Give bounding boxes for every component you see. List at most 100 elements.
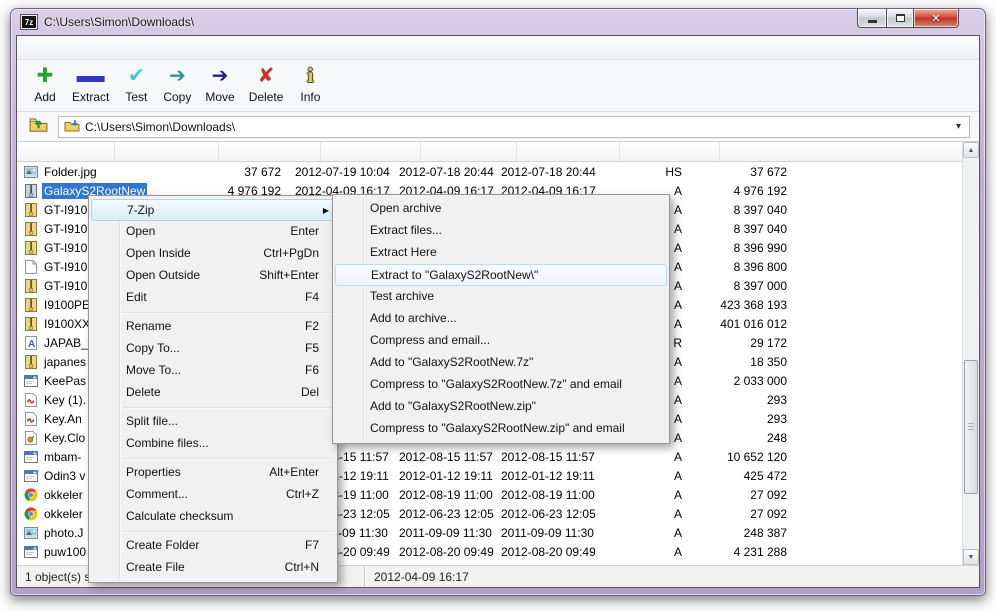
menu-item-shortcut: Alt+Enter — [269, 462, 319, 483]
file-attributes: A — [593, 450, 689, 464]
submenu-item[interactable]: Add to "GalaxyS2RootNew.7z" — [333, 352, 669, 374]
submenu-item[interactable]: Compress to "GalaxyS2RootNew.zip" and em… — [333, 418, 669, 440]
menubar-item[interactable] — [23, 45, 41, 51]
menu-separator — [123, 312, 332, 313]
submenu-item[interactable]: Test archive — [333, 286, 669, 308]
toolbar-button[interactable]: ➔ Copy — [156, 63, 198, 105]
menu-separator — [123, 531, 332, 532]
submenu-item[interactable]: Compress to "GalaxyS2RootNew.7z" and ema… — [333, 374, 669, 396]
menu-item-label: Edit — [126, 290, 147, 304]
column-header[interactable] — [219, 142, 321, 161]
menu-item-shortcut: F7 — [305, 535, 319, 556]
scrollbar-thumb[interactable] — [964, 360, 978, 494]
toolbar-button[interactable]: ✚ Add — [25, 63, 65, 105]
archive-icon — [23, 297, 38, 312]
menubar-item[interactable] — [59, 45, 77, 51]
archive-icon — [23, 202, 38, 217]
desktop: 7z C:\Users\Simon\Downloads\ ✕ ✚ Add ▬ — [0, 0, 996, 611]
menu-item-label: Delete — [126, 385, 161, 399]
minimize-button[interactable] — [857, 9, 886, 28]
context-menu-item[interactable]: Comment... Ctrl+Z ▶ — [89, 484, 337, 506]
context-menu-item[interactable]: Create File Ctrl+N ▶ — [89, 557, 337, 579]
toolbar-button[interactable]: i Info — [290, 63, 330, 105]
font-icon: A — [23, 335, 38, 350]
file-name: GT-I910 — [42, 221, 89, 237]
scroll-up-button[interactable]: ▲ — [963, 142, 979, 158]
file-name: photo.J — [42, 525, 85, 541]
menubar-item[interactable] — [95, 45, 113, 51]
key-file-icon — [23, 411, 38, 426]
picture-icon — [23, 525, 38, 540]
chevron-down-icon[interactable]: ▾ — [953, 121, 964, 132]
document-icon — [23, 259, 38, 274]
menu-item-label: Copy To... — [126, 341, 180, 355]
file-packed-size: 2 033 000 — [689, 374, 792, 388]
context-menu-item[interactable]: Rename F2 ▶ — [89, 316, 337, 338]
menu-item-label: Rename — [126, 319, 171, 333]
toolbar-button[interactable]: ➔ Move — [198, 63, 241, 105]
column-header[interactable] — [115, 142, 219, 161]
window-controls: ✕ — [857, 9, 959, 28]
menu-item-shortcut: Shift+Enter — [259, 265, 319, 286]
chrome-icon — [23, 506, 38, 521]
toolbar-button-label: Extract — [72, 89, 109, 105]
archive-icon — [23, 278, 38, 293]
context-menu-item[interactable]: Edit F4 ▶ — [89, 287, 337, 309]
toolbar-button[interactable]: ▬ Extract — [65, 63, 116, 105]
submenu-item[interactable]: Extract Here — [333, 242, 669, 264]
menu-item-shortcut: Ctrl+Z — [286, 484, 319, 505]
7zip-app-icon: 7z — [21, 15, 37, 29]
context-menu-item[interactable]: Calculate checksum ▶ — [89, 506, 337, 528]
column-header[interactable] — [720, 142, 964, 161]
context-menu-item[interactable]: Move To... F6 ▶ — [89, 360, 337, 382]
context-menu-item[interactable]: Open Inside Ctrl+PgDn ▶ — [89, 243, 337, 265]
submenu-item[interactable]: Extract to "GalaxyS2RootNew\" — [335, 264, 667, 286]
submenu-item[interactable]: Extract files... — [333, 220, 669, 242]
maximize-button[interactable] — [886, 9, 914, 28]
file-created: 2012-08-15 11:57 — [391, 450, 493, 464]
close-button[interactable]: ✕ — [914, 9, 959, 28]
column-header[interactable] — [17, 142, 115, 161]
application-icon — [23, 544, 38, 559]
context-menu-item[interactable]: 7-Zip ▶ — [91, 199, 335, 221]
context-menu-item[interactable]: Split file... ▶ — [89, 411, 337, 433]
file-name: GT-I910 — [42, 259, 89, 275]
table-row[interactable]: Folder.jpg 37 672 2012-07-19 10:04 2012-… — [17, 162, 979, 181]
vertical-scrollbar[interactable]: ▲ ▼ — [962, 142, 979, 565]
column-header[interactable] — [421, 142, 517, 161]
file-created: 2012-01-12 19:11 — [391, 469, 493, 483]
context-menu-item[interactable]: Open Enter ▶ — [89, 221, 337, 243]
application-icon — [23, 449, 38, 464]
submenu-item[interactable]: Add to archive... — [333, 308, 669, 330]
column-header[interactable] — [321, 142, 421, 161]
toolbar-button[interactable]: ✔ Test — [116, 63, 156, 105]
context-menu-item[interactable]: Copy To... F5 ▶ — [89, 338, 337, 360]
menu-item-label: Create Folder — [126, 538, 199, 552]
context-menu-item[interactable]: Open Outside Shift+Enter ▶ — [89, 265, 337, 287]
submenu-item[interactable]: Compress and email... — [333, 330, 669, 352]
context-menu-item[interactable]: Create Folder F7 ▶ — [89, 535, 337, 557]
folder-up-icon — [29, 116, 48, 138]
context-menu-item[interactable]: Delete Del ▶ — [89, 382, 337, 404]
extract-icon: ▬ — [65, 63, 117, 89]
menubar-item[interactable] — [113, 45, 131, 51]
titlebar[interactable]: 7z C:\Users\Simon\Downloads\ ✕ — [11, 9, 985, 35]
parent-folder-button[interactable] — [24, 116, 52, 138]
toolbar-button[interactable]: ✘ Delete — [242, 63, 291, 105]
column-header[interactable] — [517, 142, 620, 161]
file-name: mbam- — [42, 449, 83, 465]
column-header[interactable] — [620, 142, 720, 161]
file-name: Key (1). — [42, 392, 88, 408]
menu-item-label: Extract Here — [370, 245, 437, 259]
address-combobox[interactable]: C:\Users\Simon\Downloads\ ▾ — [58, 116, 970, 138]
menu-item-label: Extract to "GalaxyS2RootNew\" — [371, 268, 538, 282]
menubar-item[interactable] — [41, 45, 59, 51]
context-menu-item[interactable]: Combine files... ▶ — [89, 433, 337, 455]
archive-icon — [23, 316, 38, 331]
file-accessed: 2012-06-23 12:05 — [493, 507, 593, 521]
menubar-item[interactable] — [77, 45, 95, 51]
submenu-item[interactable]: Add to "GalaxyS2RootNew.zip" — [333, 396, 669, 418]
scroll-down-button[interactable]: ▼ — [963, 549, 979, 565]
submenu-item[interactable]: Open archive — [333, 198, 669, 220]
context-menu-item[interactable]: Properties Alt+Enter ▶ — [89, 462, 337, 484]
